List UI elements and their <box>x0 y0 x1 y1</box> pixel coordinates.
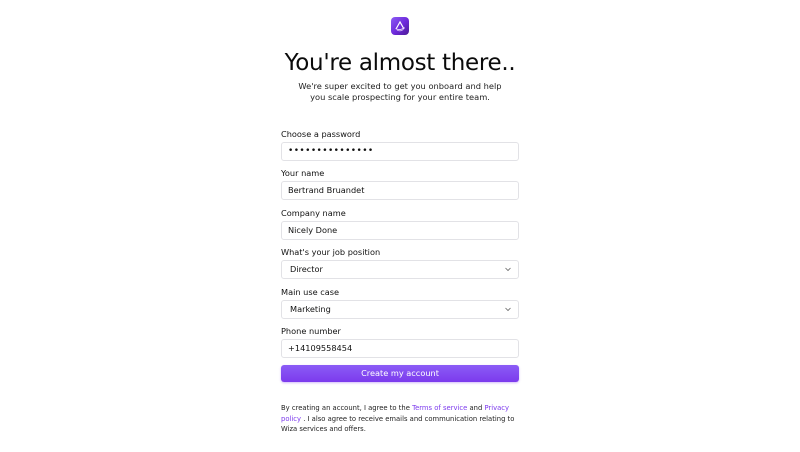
terms-notice: By creating an account, I agree to the T… <box>281 403 519 435</box>
use-case-field-group: Main use case Marketing <box>281 286 519 319</box>
page-title: You're almost there.. <box>284 50 516 76</box>
terms-and: and <box>469 404 483 412</box>
terms-of-service-link[interactable]: Terms of service <box>412 404 467 412</box>
terms-prefix: By creating an account, I agree to the <box>281 404 410 412</box>
create-account-button[interactable]: Create my account <box>281 365 519 382</box>
phone-field-group: Phone number +14109558454 <box>281 325 519 358</box>
chevron-down-icon <box>505 267 511 272</box>
job-select-value: Director <box>290 264 323 274</box>
phone-input[interactable]: +14109558454 <box>281 339 519 358</box>
use-case-select-value: Marketing <box>290 304 331 314</box>
company-label: Company name <box>281 208 346 218</box>
password-field-group: Choose a password ••••••••••••••• <box>281 128 519 161</box>
phone-label: Phone number <box>281 326 341 336</box>
terms-suffix: . I also agree to receive emails and com… <box>281 414 515 434</box>
password-label: Choose a password <box>281 129 361 139</box>
use-case-label: Main use case <box>281 287 340 297</box>
name-label: Your name <box>281 168 325 178</box>
chevron-down-icon <box>505 307 511 312</box>
company-field-group: Company name Nicely Done <box>281 207 519 240</box>
wiza-logo-icon <box>391 17 409 35</box>
password-input[interactable]: ••••••••••••••• <box>281 142 519 161</box>
page-subtitle: We're super excited to get you onboard a… <box>298 81 502 102</box>
job-label: What's your job position <box>281 247 381 257</box>
job-select[interactable]: Director <box>281 260 519 279</box>
name-field-group: Your name Bertrand Bruandet <box>281 167 519 200</box>
job-field-group: What's your job position Director <box>281 246 519 279</box>
name-input[interactable]: Bertrand Bruandet <box>281 181 519 200</box>
use-case-select[interactable]: Marketing <box>281 300 519 319</box>
company-input[interactable]: Nicely Done <box>281 221 519 240</box>
